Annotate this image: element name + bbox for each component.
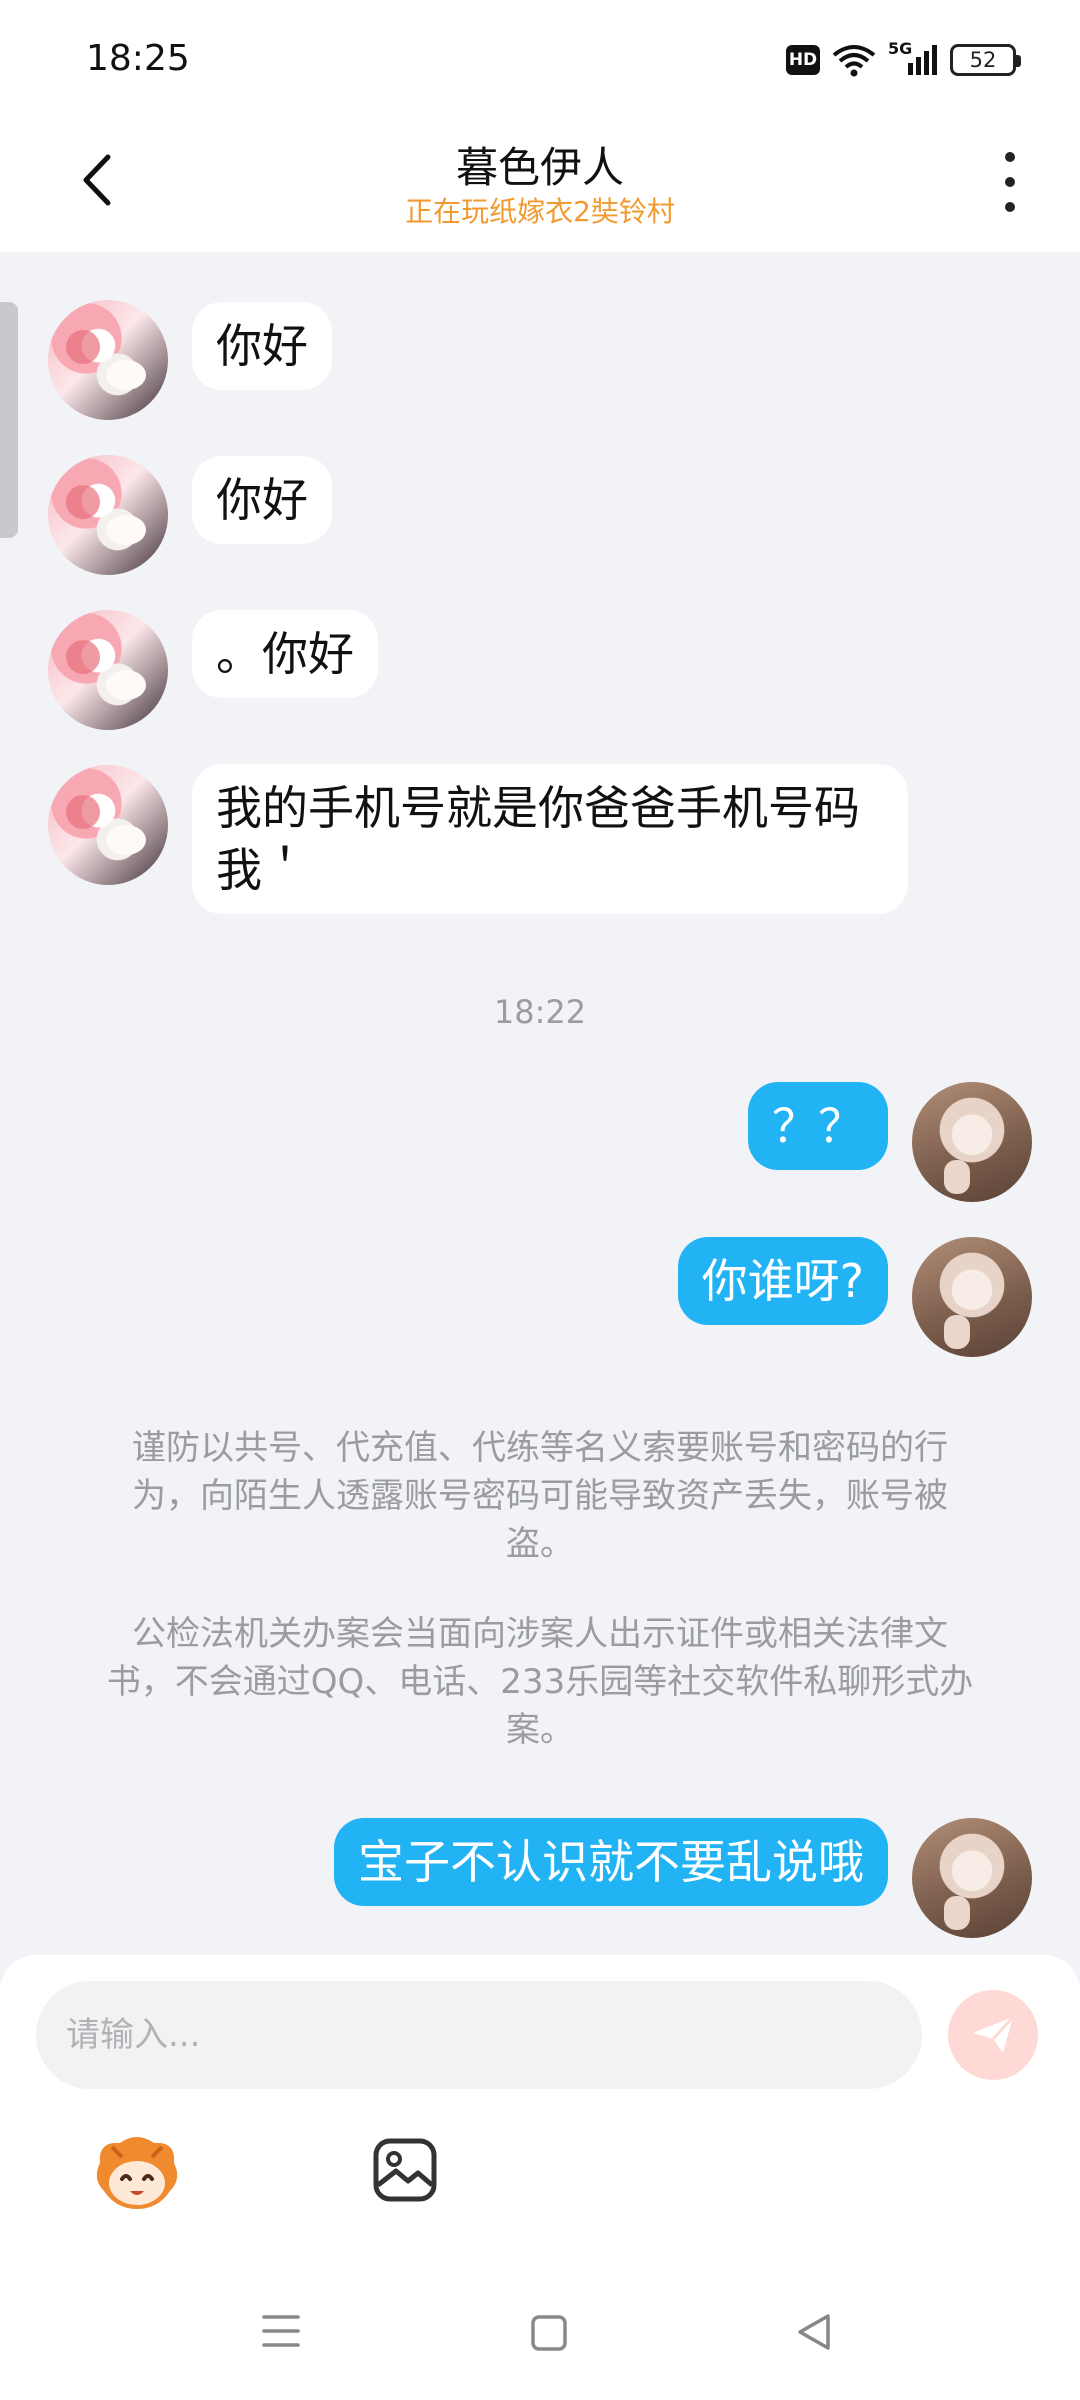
- message-bubble-incoming[interactable]: 。你好: [192, 610, 378, 698]
- send-button[interactable]: [948, 1990, 1038, 2080]
- more-options-button[interactable]: [990, 146, 1030, 218]
- signal-5g-icon: 5G: [888, 39, 938, 77]
- scroll-indicator[interactable]: [0, 302, 18, 538]
- image-button[interactable]: [372, 2137, 438, 2203]
- status-icons: HD 5G 52: [786, 39, 1021, 80]
- time-separator: 18:22: [493, 993, 587, 1031]
- hd-icon: HD: [786, 45, 820, 75]
- nav-back-button[interactable]: [796, 2312, 832, 2352]
- message-bubble-outgoing[interactable]: ？？: [748, 1082, 888, 1170]
- battery-icon: 52: [950, 44, 1021, 76]
- image-icon: [373, 2138, 437, 2202]
- menu-icon: [262, 2315, 300, 2347]
- mascot-emoji-icon: [96, 2137, 178, 2209]
- message-bubble-outgoing[interactable]: 你谁呀?: [677, 1237, 888, 1325]
- contact-avatar[interactable]: [48, 765, 168, 885]
- safety-notice: 谨防以共号、代充值、代练等名义索要账号和密码的行为，向陌生人透露账号密码可能导致…: [132, 1428, 948, 1564]
- self-avatar[interactable]: [912, 1082, 1032, 1202]
- nav-home-button[interactable]: [530, 2314, 568, 2352]
- triangle-back-icon: [798, 2314, 830, 2350]
- nav-menu-button[interactable]: [262, 2313, 300, 2349]
- paper-plane-icon: [973, 2015, 1015, 2053]
- message-bubble-incoming[interactable]: 你好: [192, 456, 332, 544]
- status-time: 18:25: [86, 38, 190, 79]
- message-bubble-incoming[interactable]: 我的手机号就是你爸爸手机号码 我＇: [192, 764, 908, 914]
- self-avatar[interactable]: [912, 1818, 1032, 1938]
- contact-avatar[interactable]: [48, 455, 168, 575]
- more-vertical-icon: [1005, 152, 1015, 162]
- contact-name: 暮色伊人: [455, 143, 624, 192]
- status-bar: 18:25 HD 5G 52: [0, 0, 1080, 120]
- message-bubble-incoming[interactable]: 你好: [192, 302, 332, 390]
- chat-header: 暮色伊人 正在玩纸嫁衣2奘铃村: [0, 120, 1080, 252]
- battery-level: 52: [969, 48, 997, 72]
- safety-notice: 公检法机关办案会当面向涉案人出示证件或相关法律文书，不会通过QQ、电话、233乐…: [106, 1614, 974, 1750]
- emoji-button[interactable]: [92, 2133, 182, 2213]
- message-bubble-outgoing[interactable]: 宝子不认识就不要乱说哦: [334, 1818, 888, 1906]
- contact-avatar[interactable]: [48, 300, 168, 420]
- contact-avatar[interactable]: [48, 610, 168, 730]
- message-input[interactable]: [36, 1981, 922, 2089]
- square-icon: [531, 2315, 567, 2351]
- wifi-icon: [832, 45, 876, 77]
- self-avatar[interactable]: [912, 1237, 1032, 1357]
- contact-status: 正在玩纸嫁衣2奘铃村: [405, 195, 675, 228]
